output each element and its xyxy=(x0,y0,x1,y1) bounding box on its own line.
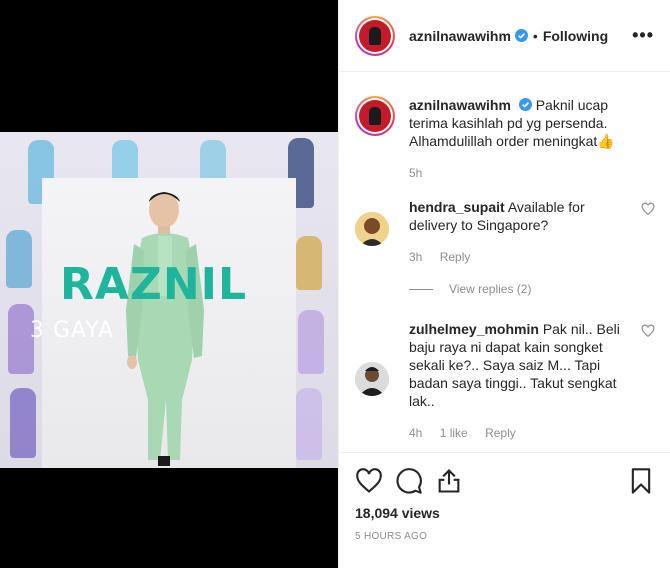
reply-button[interactable]: Reply xyxy=(440,250,471,264)
caption-body: aznilnawawihm Paknil ucap terima kasihla… xyxy=(409,96,631,182)
comment-time[interactable]: 4h xyxy=(409,426,422,440)
caption-avatar[interactable] xyxy=(355,96,395,136)
like-small-icon[interactable] xyxy=(641,202,655,216)
model-figure xyxy=(126,192,204,466)
post-sidebar: aznilnawawihm • Following ••• aznilnawaw… xyxy=(338,0,670,568)
caption-username[interactable]: aznilnawawihm xyxy=(409,97,511,113)
comment-time[interactable]: 3h xyxy=(409,250,422,264)
verified-badge-icon xyxy=(514,29,528,42)
comment-body: zulhelmey_mohmin Pak nil.. Beli baju ray… xyxy=(409,320,631,442)
post-actions: 18,094 views 5 HOURS AGO xyxy=(339,452,670,542)
comment-body: hendra_supait Available for delivery to … xyxy=(409,198,631,266)
heart-icon[interactable] xyxy=(355,467,383,495)
commenter-avatar[interactable] xyxy=(355,362,389,396)
caption-meta: 5h xyxy=(409,164,631,182)
replies-divider xyxy=(409,288,433,290)
like-small-icon[interactable] xyxy=(641,324,655,338)
comment-meta: 4h 1 like Reply xyxy=(409,424,631,442)
video-headline: RAZNIL xyxy=(60,259,248,310)
author-username[interactable]: aznilnawawihm xyxy=(409,28,511,44)
commenter-avatar[interactable] xyxy=(355,212,389,246)
caption-time[interactable]: 5h xyxy=(409,166,422,180)
comment-username[interactable]: zulhelmey_mohmin xyxy=(409,321,539,337)
view-replies-label[interactable]: View replies (2) xyxy=(449,282,531,296)
reply-button[interactable]: Reply xyxy=(485,426,516,440)
comment-icon[interactable] xyxy=(395,467,423,495)
following-button[interactable]: Following xyxy=(543,28,608,44)
comment-meta: 3h Reply xyxy=(409,248,631,266)
share-icon[interactable] xyxy=(435,467,463,495)
author-avatar[interactable] xyxy=(355,15,395,56)
action-icons xyxy=(355,461,655,501)
comment-username[interactable]: hendra_supait xyxy=(409,199,505,215)
view-replies-button[interactable]: View replies (2) xyxy=(409,282,531,296)
comment-likes[interactable]: 1 like xyxy=(440,426,468,440)
post-timestamp[interactable]: 5 HOURS AGO xyxy=(355,531,655,542)
bookmark-icon[interactable] xyxy=(627,467,655,495)
verified-badge-icon xyxy=(518,98,532,111)
view-count[interactable]: 18,094 views xyxy=(355,505,655,521)
post-video[interactable]: RAZNIL 3 GAYA xyxy=(0,132,338,468)
comments-list[interactable]: aznilnawawihm Paknil ucap terima kasihla… xyxy=(339,72,670,452)
post-header: aznilnawawihm • Following ••• xyxy=(339,0,670,72)
media-pane[interactable]: RAZNIL 3 GAYA xyxy=(0,0,338,568)
more-options-icon[interactable]: ••• xyxy=(632,25,654,46)
follow-separator: • xyxy=(532,27,538,44)
instagram-post-view: RAZNIL 3 GAYA aznilnawawihm • Following … xyxy=(0,0,670,568)
video-subline: 3 GAYA xyxy=(30,318,115,343)
